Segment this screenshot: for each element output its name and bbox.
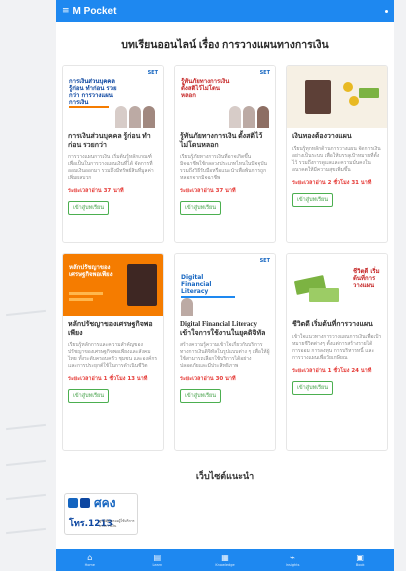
course-description: เข้าใจแนวทางการวางแผนการเงินเพื่อเป้าหมา… — [292, 333, 382, 361]
enter-lesson-button[interactable]: เข้าสู่บทเรียน — [292, 192, 334, 207]
thumbnail-caption: Digital Financial Literacy — [181, 274, 212, 295]
fcc-logo-text: ศคง — [94, 496, 116, 510]
document-illustration-icon — [305, 80, 331, 114]
course-grid: SET การเงินส่วนบุคคล รู้ก่อน ทำก่อน รวยก… — [56, 65, 394, 451]
nav-label: Learn — [152, 563, 163, 567]
course-title: Digital Financial Literacy เข้าใจการใช้ง… — [180, 320, 266, 337]
course-description: สร้างความรู้ความเข้าใจเกี่ยวกับบริการทาง… — [180, 342, 270, 369]
course-title: เงินทองต้องวางแผน — [292, 132, 352, 140]
enter-lesson-button[interactable]: เข้าสู่บทเรียน — [180, 201, 222, 215]
fcc-logo-link[interactable]: ศคง โทร.1213 ศูนย์คุ้มครองผู้ใช้บริการทา… — [64, 493, 138, 535]
reading-time: ระยะเวลาอ่าน 37 นาที — [180, 188, 236, 194]
cards-icon: ▦ — [221, 553, 229, 562]
coin-icon — [349, 96, 359, 106]
enter-lesson-button[interactable]: เข้าสู่บทเรียน — [68, 389, 110, 403]
nav-label: Knowledge — [215, 563, 235, 567]
overflow-menu-icon[interactable] — [385, 9, 388, 13]
reading-time: ระยะเวลาอ่าน 30 นาที — [180, 376, 236, 382]
outer-background-left — [0, 0, 56, 571]
course-card[interactable]: SET รู้ทันภัยทางการเงิน ตั้งสติไว้ไม่โดน… — [174, 65, 276, 243]
app-title: M Pocket — [72, 5, 117, 17]
banknote-icon — [359, 88, 379, 98]
top-app-bar: ≡ M Pocket — [56, 0, 394, 22]
home-icon: ⌂ — [87, 553, 93, 562]
recommended-sites-title: เว็บไซต์แนะนำ — [195, 471, 255, 481]
thumbnail-caption: การเงินส่วนบุคคล รู้ก่อน ทำก่อน รวยกว่า … — [69, 78, 117, 106]
nav-knowledge[interactable]: ▦ Knowledge — [191, 549, 259, 571]
course-description: เรียนรู้ทุกหลักด้านการวางแผน จัดการเงินอ… — [292, 145, 381, 173]
set-logo: SET — [259, 258, 270, 264]
fcc-logo-mark-icon — [68, 498, 78, 508]
outer-background-right — [394, 0, 406, 571]
course-description: เรียนรู้หลักการและความสำคัญของปรัชญาของเ… — [68, 342, 158, 369]
nav-book[interactable]: ▣ Book — [326, 549, 394, 571]
nav-insights[interactable]: ⌁ Insights — [259, 549, 327, 571]
fcc-logo-mark-icon — [80, 498, 90, 508]
nav-label: Book — [355, 563, 365, 567]
course-title: รู้ทันภัยทางการเงิน ตั้งสติไว้ไม่โดนหลอก — [180, 132, 263, 149]
thumbnail-caption: หลักปรัชญาของเศรษฐกิจพอเพียง — [69, 264, 113, 278]
course-thumbnail — [287, 66, 387, 128]
reading-time: ระยะเวลาอ่าน 1 ชั่วโมง 24 นาที — [292, 367, 372, 374]
course-title: ชีวิตดี เริ่มต้นที่การวางแผน — [292, 320, 373, 328]
enter-lesson-button[interactable]: เข้าสู่บทเรียน — [68, 201, 110, 215]
course-thumbnail: SET การเงินส่วนบุคคล รู้ก่อน ทำก่อน รวยก… — [63, 66, 163, 128]
set-logo: SET — [259, 70, 270, 76]
nav-label: Insights — [285, 563, 300, 567]
set-logo: SET — [147, 70, 158, 76]
reading-time: ระยะเวลาอ่าน 2 ชั่วโมง 31 นาที — [292, 179, 372, 186]
app-screen: ≡ M Pocket บทเรียนออนไลน์ เรื่อง การวางแ… — [56, 0, 394, 571]
course-title: การเงินส่วนบุคคล รู้ก่อน ทำก่อน รวยกว่า — [68, 132, 151, 149]
course-card[interactable]: หลักปรัชญาของเศรษฐกิจพอเพียง หลักปรัชญาข… — [62, 253, 164, 451]
course-thumbnail: หลักปรัชญาของเศรษฐกิจพอเพียง — [63, 254, 163, 316]
nav-learn[interactable]: ▤ Learn — [124, 549, 192, 571]
thumbnail-caption: รู้ทันภัยทางการเงิน ตั้งสติไว้ไม่โดนหลอก — [181, 78, 230, 99]
course-card[interactable]: เงินทองต้องวางแผน เรียนรู้ทุกหลักด้านการ… — [286, 65, 388, 243]
section-title: บทเรียนออนไลน์ เรื่อง การวางแผนทางการเงิ… — [121, 40, 329, 51]
fcc-caption: ศูนย์คุ้มครองผู้ใช้บริการทางการเงิน — [99, 519, 135, 528]
hamburger-menu-icon[interactable]: ≡ — [62, 6, 70, 16]
bottom-navigation: ⌂ Home ▤ Learn ▦ Knowledge ⌁ Insights ▣ … — [56, 549, 394, 571]
course-card[interactable]: SET Digital Financial Literacy Digital F… — [174, 253, 276, 451]
enter-lesson-button[interactable]: เข้าสู่บทเรียน — [292, 380, 334, 395]
banknote-icon — [309, 288, 339, 302]
bookmark-icon: ▣ — [356, 553, 364, 562]
course-description: การวางแผนการเงิน เริ่มต้นรู้หลักเกณฑ์เพื… — [68, 154, 154, 181]
nav-home[interactable]: ⌂ Home — [56, 549, 124, 571]
course-description: เรียนรู้ภัยทางการเงินที่อาจเกิดขึ้น มิจฉ… — [180, 154, 267, 181]
course-thumbnail: SET รู้ทันภัยทางการเงิน ตั้งสติไว้ไม่โดน… — [175, 66, 275, 128]
thumbnail-caption: ชีวิตดี เริ่มต้นที่การวางแผน — [353, 268, 380, 289]
coin-icon — [343, 82, 353, 92]
course-card[interactable]: ชีวิตดี เริ่มต้นที่การวางแผน ชีวิตดี เริ… — [286, 253, 388, 451]
course-card[interactable]: SET การเงินส่วนบุคคล รู้ก่อน ทำก่อน รวยก… — [62, 65, 164, 243]
chart-icon: ⌁ — [290, 553, 295, 562]
course-thumbnail: ชีวิตดี เริ่มต้นที่การวางแผน — [287, 254, 387, 316]
enter-lesson-button[interactable]: เข้าสู่บทเรียน — [180, 389, 222, 403]
thumbnail-graphic — [127, 264, 157, 306]
reading-time: ระยะเวลาอ่าน 1 ชั่วโมง 13 นาที — [68, 376, 148, 382]
nav-label: Home — [84, 563, 95, 567]
course-title: หลักปรัชญาของเศรษฐกิจพอเพียง — [68, 320, 153, 337]
book-icon: ▤ — [153, 553, 162, 562]
reading-time: ระยะเวลาอ่าน 37 นาที — [68, 188, 124, 194]
course-thumbnail: SET Digital Financial Literacy — [175, 254, 275, 316]
